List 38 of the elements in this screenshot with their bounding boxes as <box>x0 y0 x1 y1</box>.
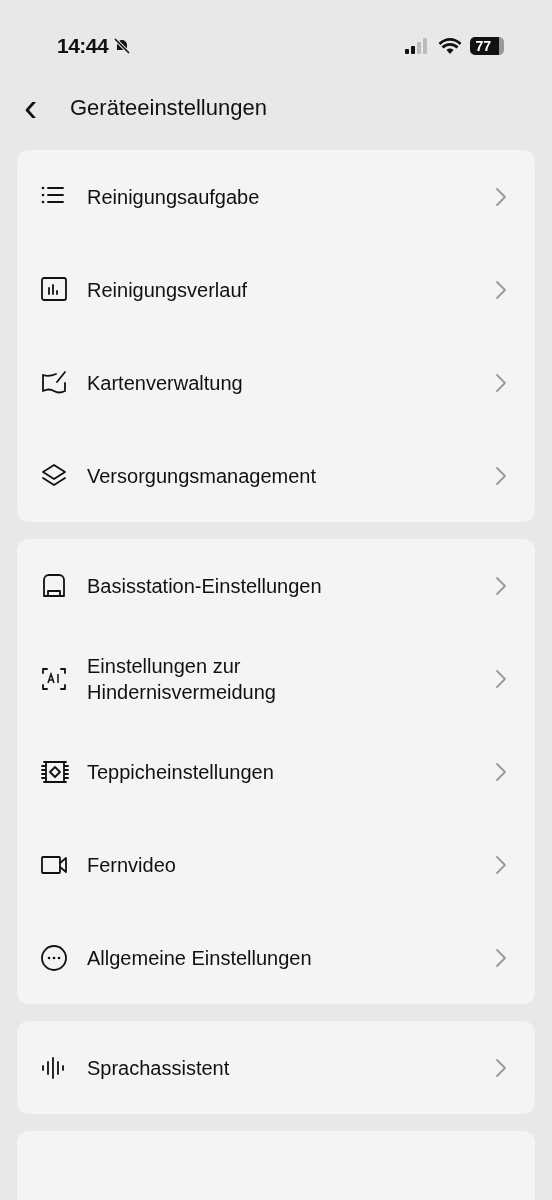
row-label: Kartenverwaltung <box>87 370 244 396</box>
settings-row[interactable]: Fernvideo <box>17 818 535 911</box>
chevron-right-icon <box>495 854 507 875</box>
bar-chart-icon <box>39 275 69 304</box>
row-label: Versorgungsmanagement <box>87 463 318 489</box>
settings-row[interactable]: Basisstation-Einstellungen <box>17 539 535 632</box>
chevron-right-icon <box>495 575 507 596</box>
row-label: Fernvideo <box>87 852 177 878</box>
row-label: Reinigungsaufgabe <box>87 184 261 210</box>
settings-row[interactable]: Reinigungsaufgabe <box>17 150 535 243</box>
row-label: Allgemeine Einstellungen <box>87 945 313 971</box>
row-label: Reinigungsverlauf <box>87 277 249 303</box>
chevron-right-icon <box>495 279 507 300</box>
muted-bell-icon <box>112 36 133 56</box>
settings-row[interactable]: Allgemeine Einstellungen <box>17 911 535 1004</box>
settings-row[interactable]: Einstellungen zur Hindernisvermeidung <box>17 632 535 725</box>
page-title: Geräteeinstellungen <box>70 93 267 122</box>
wifi-icon <box>438 37 463 55</box>
chevron-right-icon <box>495 761 507 782</box>
chevron-right-icon <box>495 1057 507 1078</box>
back-button[interactable]: ‹ <box>24 87 60 127</box>
settings-row[interactable]: Sprachassistent <box>17 1021 535 1114</box>
row-label: Einstellungen zur Hindernisvermeidung <box>87 653 277 705</box>
chevron-right-icon <box>495 947 507 968</box>
settings-row[interactable]: Teppicheinstellungen <box>17 725 535 818</box>
chevron-right-icon <box>495 372 507 393</box>
row-label: Teppicheinstellungen <box>87 759 275 785</box>
chevron-right-icon <box>495 186 507 207</box>
settings-row[interactable]: Reinigungsverlauf <box>17 243 535 336</box>
row-label: Sprachassistent <box>87 1055 231 1081</box>
status-time: 14:44 <box>57 33 109 60</box>
more-icon <box>39 943 69 972</box>
settings-row[interactable]: Versorgungsmanagement <box>17 429 535 522</box>
row-label: Basisstation-Einstellungen <box>87 573 323 599</box>
chevron-right-icon <box>495 668 507 689</box>
battery-icon: 77 <box>470 37 504 55</box>
chevron-right-icon <box>495 465 507 486</box>
settings-row[interactable]: Kartenverwaltung <box>17 336 535 429</box>
